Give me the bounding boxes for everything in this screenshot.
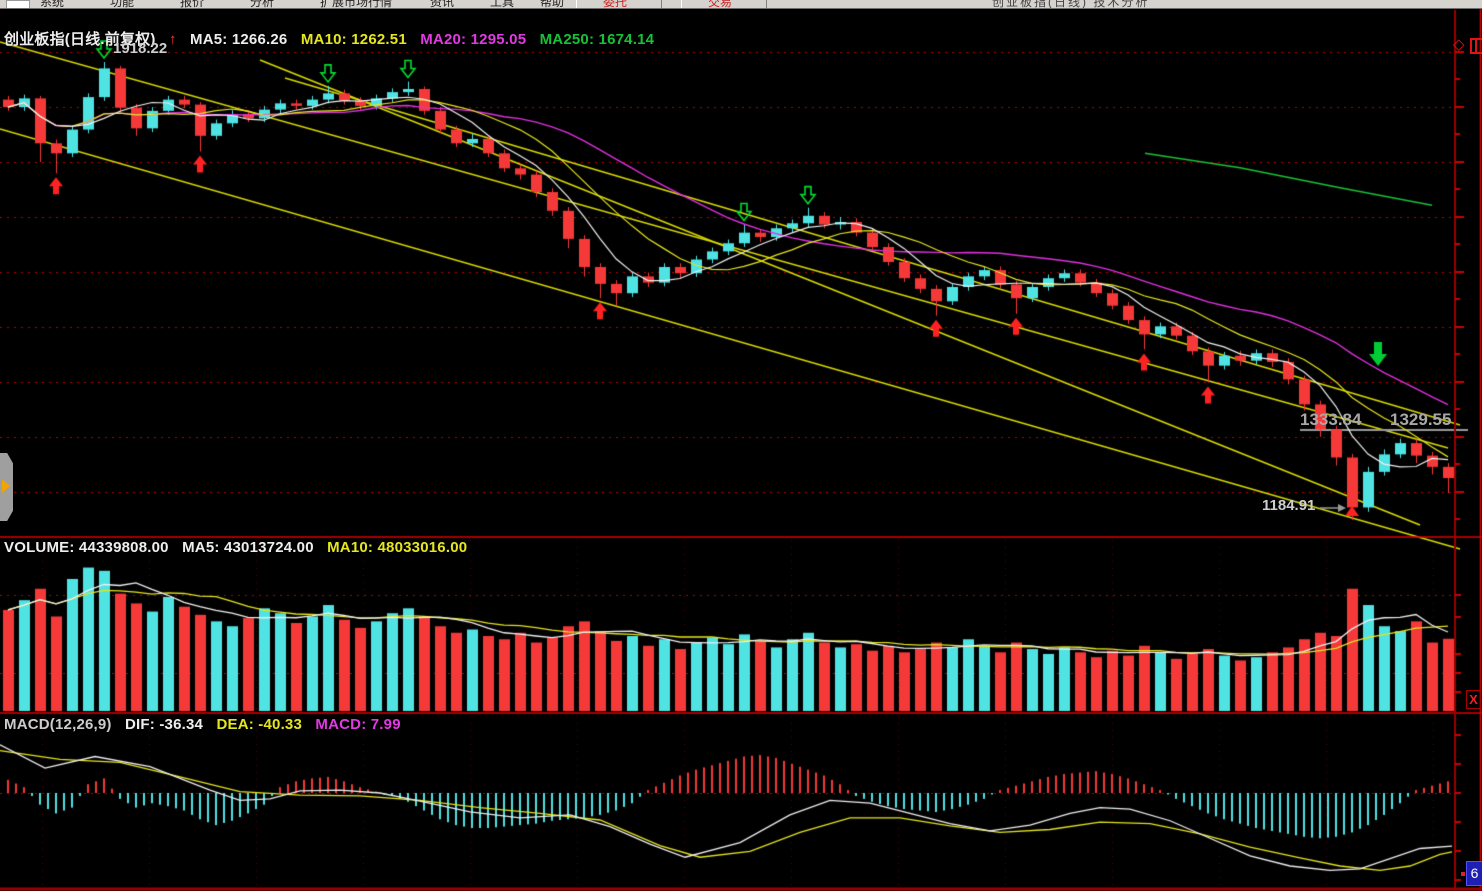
menu-item-news[interactable]: 资讯 bbox=[430, 0, 454, 9]
macd-name: MACD(12,26,9) bbox=[4, 716, 112, 733]
main-pane-header: 创业板指(日线.前复权) ↑ MA5: 1266.26 MA10: 1262.5… bbox=[4, 28, 663, 49]
peak-price-label: 1918.22 bbox=[113, 40, 167, 57]
volume-value: VOLUME: 44339808.00 bbox=[4, 539, 169, 556]
volume-ma10-value: MA10: 48033016.00 bbox=[327, 539, 467, 556]
ma250-value: MA250: 1674.14 bbox=[540, 31, 655, 48]
trade-button[interactable]: 交易 bbox=[681, 0, 767, 8]
menu-bar: 系统 功能 报价 分析 扩展市场行情 资讯 工具 帮助 委托 交易 创业板指(日… bbox=[0, 0, 1482, 9]
sidebar-expand-toggle[interactable] bbox=[0, 453, 13, 521]
chart-canvas[interactable] bbox=[0, 0, 1482, 891]
level-a-label: 1333.84 bbox=[1300, 410, 1361, 430]
keyboard-input-badge: 6 bbox=[1466, 861, 1482, 886]
menu-item-help[interactable]: 帮助 bbox=[540, 0, 564, 9]
menu-item-tools[interactable]: 工具 bbox=[490, 0, 514, 9]
macd-value: MACD: 7.99 bbox=[315, 716, 400, 733]
stock-chart-app: 系统 功能 报价 分析 扩展市场行情 资讯 工具 帮助 委托 交易 创业板指(日… bbox=[0, 0, 1482, 891]
menu-item-quotes[interactable]: 报价 bbox=[180, 0, 204, 9]
ma5-value: MA5: 1266.26 bbox=[190, 31, 287, 48]
diamond-icon[interactable]: ◇ bbox=[1453, 35, 1465, 53]
window-mode-icon[interactable] bbox=[1470, 38, 1482, 54]
badge-dot bbox=[1461, 872, 1465, 876]
window-icon[interactable] bbox=[6, 0, 30, 9]
volume-pane-header: VOLUME: 44339808.00 MA5: 43013724.00 MA1… bbox=[4, 539, 476, 556]
menu-item-system[interactable]: 系统 bbox=[40, 0, 64, 9]
window-title: 创业板指(日线) 技术分析 bbox=[992, 0, 1149, 9]
level-b-label: 1329.55 bbox=[1390, 410, 1451, 430]
dea-value: DEA: -40.33 bbox=[216, 716, 302, 733]
dif-value: DIF: -36.34 bbox=[125, 716, 203, 733]
expand-arrow-icon bbox=[2, 479, 10, 493]
menu-item-function[interactable]: 功能 bbox=[110, 0, 134, 9]
menu-item-extmarket[interactable]: 扩展市场行情 bbox=[320, 0, 392, 9]
volume-ma5-value: MA5: 43013724.00 bbox=[182, 539, 314, 556]
trend-up-arrow-icon: ↑ bbox=[169, 31, 177, 48]
menu-item-analysis[interactable]: 分析 bbox=[250, 0, 274, 9]
axis-close-icon[interactable]: X bbox=[1466, 690, 1481, 709]
ma10-value: MA10: 1262.51 bbox=[301, 31, 407, 48]
low-price-label: 1184.91 bbox=[1262, 497, 1315, 514]
ma20-value: MA20: 1295.05 bbox=[420, 31, 526, 48]
order-button[interactable]: 委托 bbox=[576, 0, 662, 8]
macd-pane-header: MACD(12,26,9) DIF: -36.34 DEA: -40.33 MA… bbox=[4, 716, 410, 733]
